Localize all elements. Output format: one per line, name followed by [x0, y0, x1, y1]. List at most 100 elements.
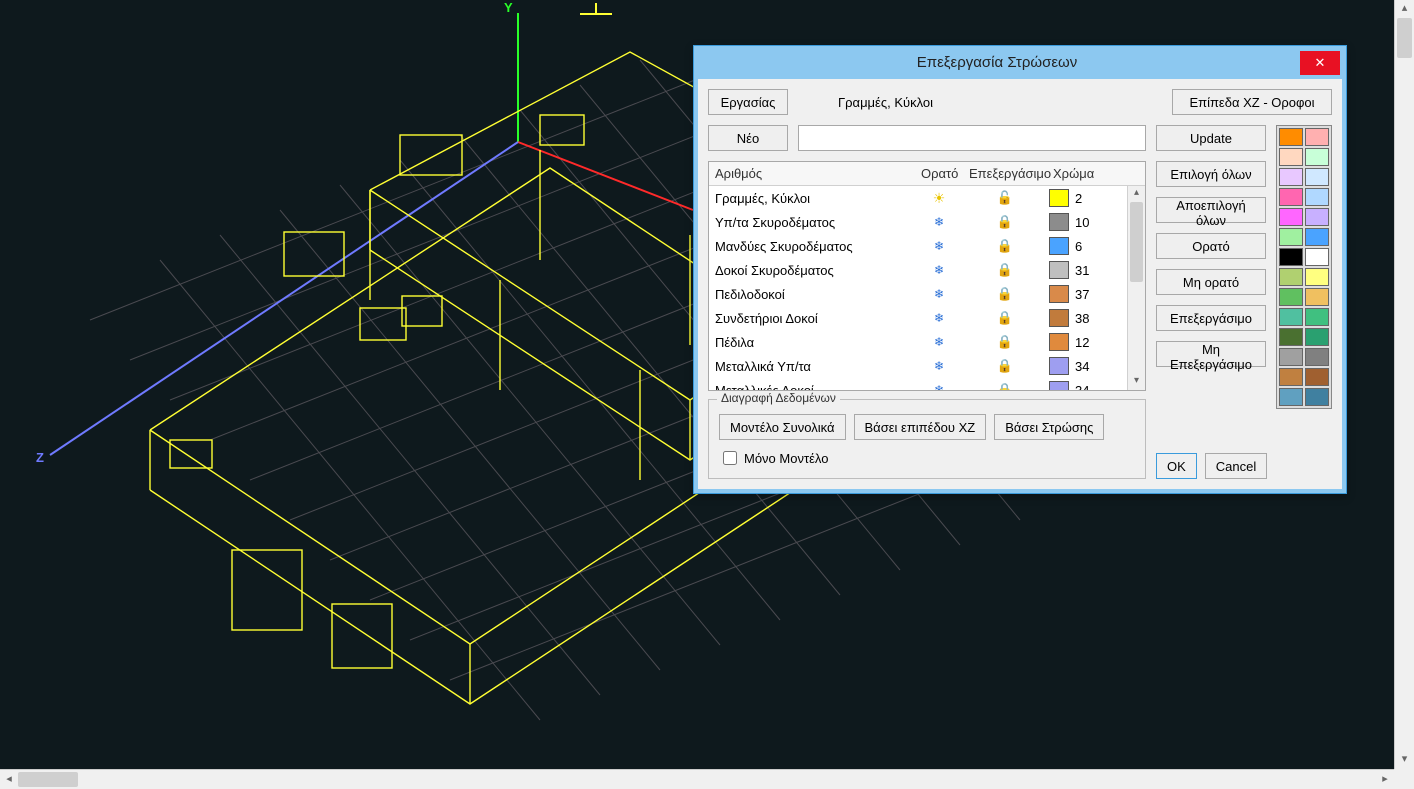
hscroll-left-icon[interactable]: ◂: [0, 770, 18, 789]
not-visible-button[interactable]: Μη ορατό: [1156, 269, 1266, 295]
palette-color[interactable]: [1305, 288, 1329, 306]
table-row[interactable]: Συνδετήριοι Δοκοί❄🔒38: [709, 306, 1127, 330]
palette-color[interactable]: [1305, 308, 1329, 326]
palette-color[interactable]: [1279, 248, 1303, 266]
only-model-checkbox[interactable]: Μόνο Μοντέλο: [719, 448, 828, 468]
lock-icon[interactable]: 🔒: [997, 310, 1013, 326]
palette-color[interactable]: [1305, 168, 1329, 186]
col-color[interactable]: Χρώμα: [1047, 162, 1113, 185]
palette-color[interactable]: [1279, 268, 1303, 286]
snowflake-icon[interactable]: ❄: [934, 215, 944, 229]
table-row[interactable]: Δοκοί Σκυροδέματος❄🔒31: [709, 258, 1127, 282]
color-swatch[interactable]: [1049, 261, 1069, 279]
palette-color[interactable]: [1279, 168, 1303, 186]
snowflake-icon[interactable]: ❄: [934, 335, 944, 349]
palette-color[interactable]: [1305, 128, 1329, 146]
color-swatch[interactable]: [1049, 309, 1069, 327]
table-row[interactable]: Μεταλλικές Δοκοί❄🔒34: [709, 378, 1127, 390]
new-layer-button[interactable]: Νέο: [708, 125, 788, 151]
lock-icon[interactable]: 🔒: [997, 262, 1013, 278]
deselect-all-button[interactable]: Αποεπιλογή όλων: [1156, 197, 1266, 223]
color-swatch[interactable]: [1049, 189, 1069, 207]
select-all-button[interactable]: Επιλογή όλων: [1156, 161, 1266, 187]
dialog-close-button[interactable]: ✕: [1300, 51, 1340, 75]
palette-color[interactable]: [1279, 348, 1303, 366]
hscroll-right-icon[interactable]: ▸: [1376, 770, 1394, 789]
sun-icon[interactable]: ☀: [933, 190, 946, 207]
hscroll-thumb[interactable]: [18, 772, 78, 787]
lock-icon[interactable]: 🔒: [997, 382, 1013, 390]
palette-color[interactable]: [1279, 208, 1303, 226]
lock-icon[interactable]: 🔒: [997, 334, 1013, 350]
not-editable-button[interactable]: Μη Επεξεργάσιμο: [1156, 341, 1266, 367]
ok-button[interactable]: OK: [1156, 453, 1197, 479]
cad-viewport[interactable]: Y Z Επεξεργασία Στρώσεων ✕ Εργασίας Γραμ…: [0, 0, 1394, 769]
table-row[interactable]: Πέδιλα❄🔒12: [709, 330, 1127, 354]
table-row[interactable]: Πεδιλοδοκοί❄🔒37: [709, 282, 1127, 306]
vscroll-thumb[interactable]: [1397, 18, 1412, 58]
vscroll-up-icon[interactable]: ▴: [1395, 0, 1414, 18]
palette-color[interactable]: [1279, 368, 1303, 386]
snowflake-icon[interactable]: ❄: [934, 287, 944, 301]
dialog-titlebar[interactable]: Επεξεργασία Στρώσεων ✕: [694, 46, 1346, 79]
lock-icon[interactable]: 🔒: [997, 238, 1013, 254]
working-layer-button[interactable]: Εργασίας: [708, 89, 788, 115]
model-total-button[interactable]: Μοντέλο Συνολικά: [719, 414, 846, 440]
by-layer-button[interactable]: Βάσει Στρώσης: [994, 414, 1104, 440]
table-row[interactable]: Γραμμές, Κύκλοι☀🔓2: [709, 186, 1127, 210]
palette-color[interactable]: [1305, 228, 1329, 246]
lock-icon[interactable]: 🔒: [997, 214, 1013, 230]
palette-color[interactable]: [1305, 188, 1329, 206]
scroll-up-icon[interactable]: ▴: [1128, 186, 1145, 202]
table-row[interactable]: Μεταλλικά Υπ/τα❄🔒34: [709, 354, 1127, 378]
palette-color[interactable]: [1305, 268, 1329, 286]
layer-name-input[interactable]: [798, 125, 1146, 151]
snowflake-icon[interactable]: ❄: [934, 311, 944, 325]
col-number[interactable]: Αριθμός: [709, 162, 915, 185]
snowflake-icon[interactable]: ❄: [934, 359, 944, 373]
color-swatch[interactable]: [1049, 381, 1069, 390]
palette-color[interactable]: [1305, 148, 1329, 166]
color-swatch[interactable]: [1049, 213, 1069, 231]
levels-xz-button[interactable]: Επίπεδα XZ - Οροφοι: [1172, 89, 1332, 115]
vscroll-down-icon[interactable]: ▾: [1395, 751, 1414, 769]
snowflake-icon[interactable]: ❄: [934, 263, 944, 277]
palette-color[interactable]: [1279, 288, 1303, 306]
palette-color[interactable]: [1305, 368, 1329, 386]
palette-color[interactable]: [1305, 208, 1329, 226]
lock-icon[interactable]: 🔒: [997, 286, 1013, 302]
palette-color[interactable]: [1305, 248, 1329, 266]
palette-color[interactable]: [1279, 308, 1303, 326]
palette-color[interactable]: [1305, 388, 1329, 406]
visible-button[interactable]: Ορατό: [1156, 233, 1266, 259]
col-visible[interactable]: Ορατό: [915, 162, 963, 185]
palette-color[interactable]: [1279, 228, 1303, 246]
palette-color[interactable]: [1279, 388, 1303, 406]
table-row[interactable]: Μανδύες Σκυροδέματος❄🔒6: [709, 234, 1127, 258]
color-swatch[interactable]: [1049, 357, 1069, 375]
main-vertical-scrollbar[interactable]: ▴ ▾: [1394, 0, 1414, 769]
snowflake-icon[interactable]: ❄: [934, 239, 944, 253]
lock-icon[interactable]: 🔒: [997, 358, 1013, 374]
color-swatch[interactable]: [1049, 333, 1069, 351]
color-swatch[interactable]: [1049, 237, 1069, 255]
layer-table-scrollbar[interactable]: ▴ ▾: [1127, 186, 1145, 390]
palette-color[interactable]: [1279, 188, 1303, 206]
scroll-thumb[interactable]: [1130, 202, 1143, 282]
update-button[interactable]: Update: [1156, 125, 1266, 151]
main-horizontal-scrollbar[interactable]: ◂ ▸: [0, 769, 1394, 789]
col-editable[interactable]: Επεξεργάσιμο: [963, 162, 1047, 185]
by-level-xz-button[interactable]: Βάσει επιπέδου XZ: [854, 414, 987, 440]
color-swatch[interactable]: [1049, 285, 1069, 303]
cancel-button[interactable]: Cancel: [1205, 453, 1267, 479]
palette-color[interactable]: [1279, 128, 1303, 146]
scroll-down-icon[interactable]: ▾: [1128, 374, 1145, 390]
table-row[interactable]: Υπ/τα Σκυροδέματος❄🔒10: [709, 210, 1127, 234]
unlock-icon[interactable]: 🔓: [997, 190, 1013, 206]
only-model-checkbox-input[interactable]: [723, 451, 737, 465]
editable-button[interactable]: Επεξεργάσιμο: [1156, 305, 1266, 331]
snowflake-icon[interactable]: ❄: [934, 383, 944, 390]
palette-color[interactable]: [1279, 328, 1303, 346]
palette-color[interactable]: [1305, 328, 1329, 346]
palette-color[interactable]: [1305, 348, 1329, 366]
